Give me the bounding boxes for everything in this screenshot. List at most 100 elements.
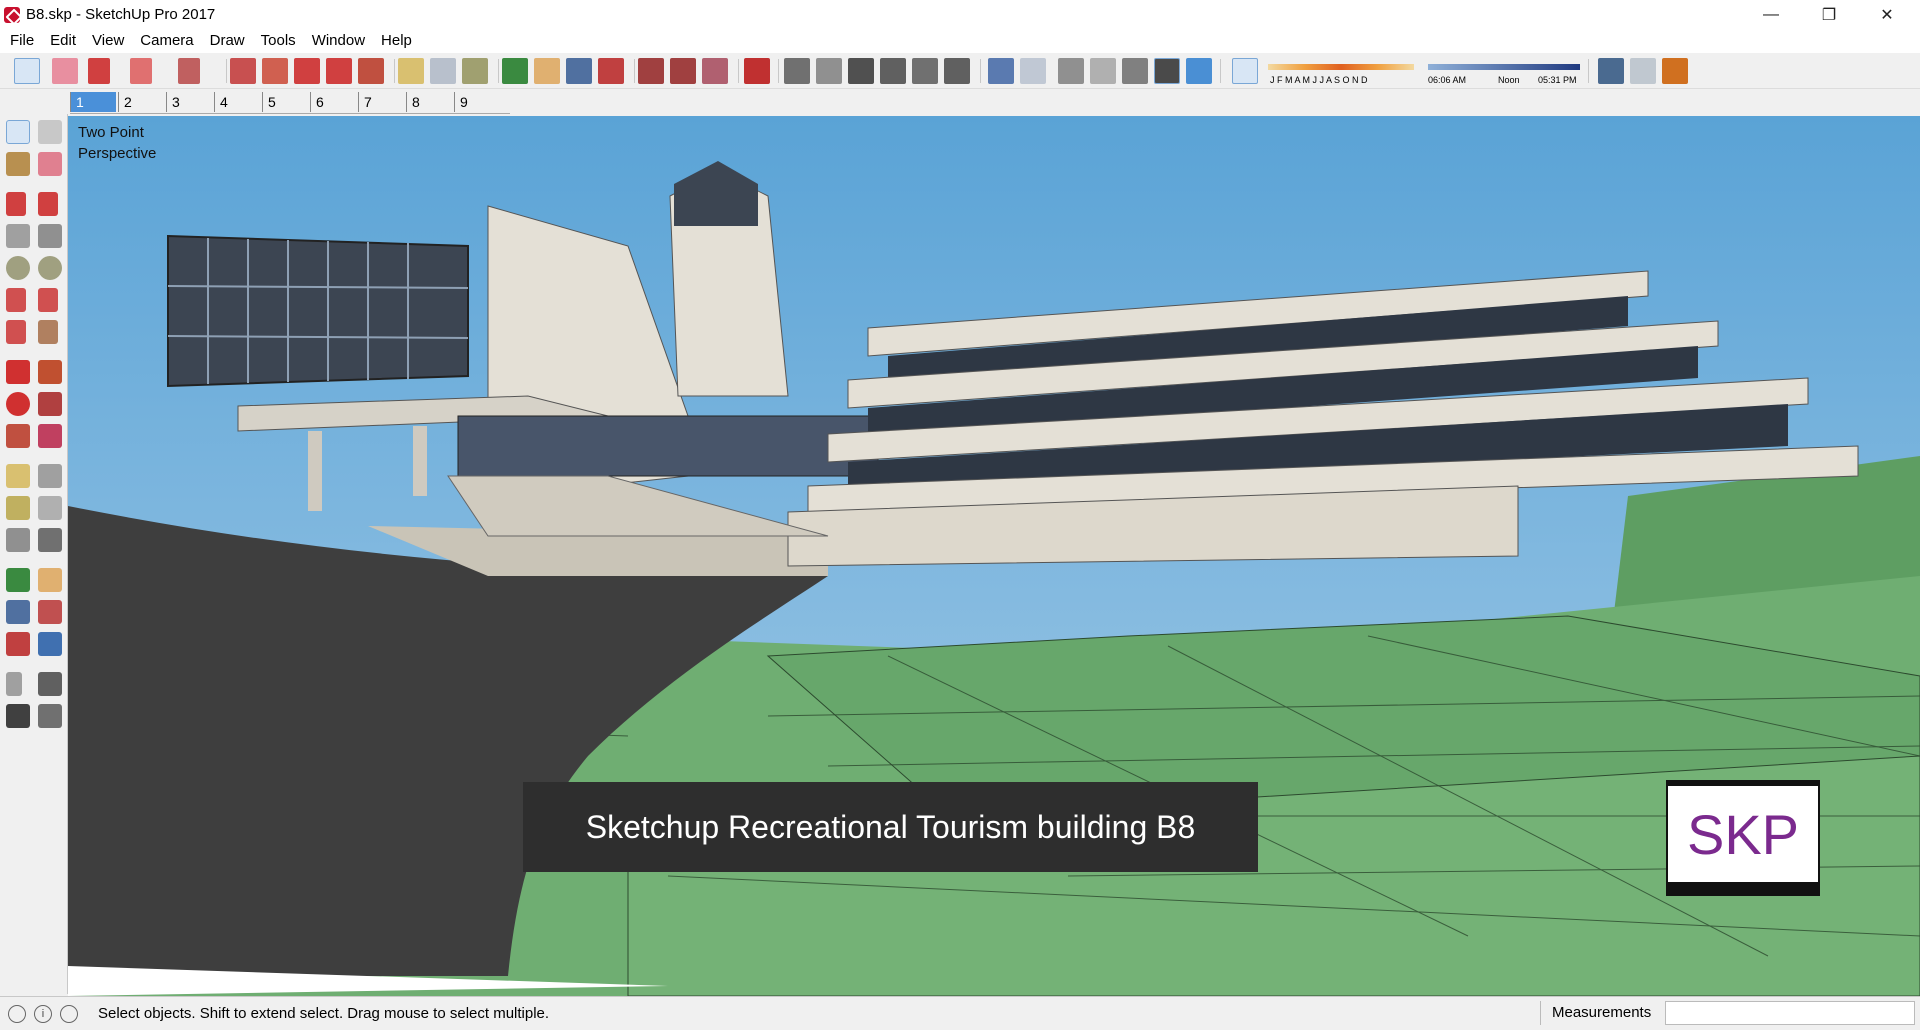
top-view-icon[interactable]	[816, 58, 842, 84]
measurements-input[interactable]	[1665, 1001, 1915, 1025]
menu-draw[interactable]: Draw	[202, 29, 253, 53]
scene-tab-7[interactable]: 7	[358, 92, 404, 112]
tape-measure-icon[interactable]	[6, 464, 30, 488]
maximize-button[interactable]: ❐	[1800, 0, 1858, 29]
menu-file[interactable]: File	[2, 29, 42, 53]
menu-tools[interactable]: Tools	[253, 29, 304, 53]
photo-texture-icon[interactable]	[1662, 58, 1688, 84]
warehouse-icon[interactable]	[638, 58, 664, 84]
previous-view-icon[interactable]	[38, 632, 62, 656]
orbit-icon[interactable]	[6, 568, 30, 592]
front-view-icon[interactable]	[848, 58, 874, 84]
shaded-icon[interactable]	[1122, 58, 1148, 84]
menu-window[interactable]: Window	[304, 29, 373, 53]
rotated-rectangle-icon[interactable]	[38, 224, 62, 248]
make-component-icon[interactable]	[38, 120, 62, 144]
protractor-icon[interactable]	[6, 496, 30, 520]
zoom-extents-icon[interactable]	[598, 58, 624, 84]
minimize-button[interactable]: —	[1742, 0, 1800, 29]
rectangle-tool-icon[interactable]	[178, 58, 200, 84]
zoom-icon[interactable]	[6, 600, 30, 624]
scene-tab-3[interactable]: 3	[166, 92, 212, 112]
rectangle-tool-icon[interactable]	[6, 224, 30, 248]
walk-tool-icon[interactable]	[6, 704, 30, 728]
zoom-extents-icon[interactable]	[6, 632, 30, 656]
arc-tool-icon[interactable]	[130, 58, 152, 84]
three-point-arc-icon[interactable]	[6, 320, 26, 344]
shadow-date-slider[interactable]: J F M A M J J A S O N D	[1268, 62, 1414, 85]
right-view-icon[interactable]	[880, 58, 906, 84]
menu-camera[interactable]: Camera	[132, 29, 201, 53]
scene-tab-1[interactable]: 1	[70, 92, 116, 112]
paint-bucket-icon[interactable]	[6, 152, 30, 176]
line-tool-icon[interactable]	[6, 192, 26, 216]
pan-icon[interactable]	[534, 58, 560, 84]
scale-tool-icon[interactable]	[6, 424, 30, 448]
scene-tab-4[interactable]: 4	[214, 92, 260, 112]
look-around-icon[interactable]	[38, 672, 62, 696]
move-tool-icon[interactable]	[6, 360, 30, 384]
polygon-tool-icon[interactable]	[38, 256, 62, 280]
toggle-terrain-icon[interactable]	[1630, 58, 1656, 84]
credits-icon[interactable]: i	[34, 1004, 52, 1023]
scene-tab-5[interactable]: 5	[262, 92, 308, 112]
move-tool-icon[interactable]	[294, 58, 320, 84]
pan-icon[interactable]	[38, 568, 62, 592]
menu-view[interactable]: View	[84, 29, 132, 53]
scene-tab-6[interactable]: 6	[310, 92, 356, 112]
text-tool-icon[interactable]	[430, 58, 456, 84]
pencil-tool-icon[interactable]	[88, 58, 110, 84]
hidden-line-icon[interactable]	[1090, 58, 1116, 84]
eraser-tool-icon[interactable]	[38, 152, 62, 176]
zoom-window-icon[interactable]	[38, 600, 62, 624]
3d-text-icon[interactable]	[38, 528, 62, 552]
eraser-tool-icon[interactable]	[52, 58, 78, 84]
section-plane-icon[interactable]	[38, 704, 62, 728]
scale-tool-icon[interactable]	[358, 58, 384, 84]
xray-style-icon[interactable]	[988, 58, 1014, 84]
offset-tool-icon[interactable]	[38, 424, 62, 448]
extension-warehouse-icon[interactable]	[702, 58, 728, 84]
shadow-time-slider[interactable]: 06:06 AM Noon 05:31 PM	[1428, 62, 1580, 85]
freehand-tool-icon[interactable]	[38, 192, 58, 216]
push-pull-icon[interactable]	[38, 360, 62, 384]
scene-tab-9[interactable]: 9	[454, 92, 500, 112]
scene-tab-2[interactable]: 2	[118, 92, 164, 112]
scene-tab-8[interactable]: 8	[406, 92, 452, 112]
iso-view-icon[interactable]	[784, 58, 810, 84]
text-tool-icon[interactable]	[38, 496, 62, 520]
rotate-tool-icon[interactable]	[6, 392, 30, 416]
select-tool-icon[interactable]	[6, 120, 30, 144]
circle-tool-icon[interactable]	[6, 256, 30, 280]
menu-help[interactable]: Help	[373, 29, 420, 53]
close-button[interactable]: ✕	[1858, 0, 1916, 29]
tape-measure-icon[interactable]	[398, 58, 424, 84]
left-view-icon[interactable]	[944, 58, 970, 84]
follow-me-icon[interactable]	[38, 392, 62, 416]
add-location-icon[interactable]	[1598, 58, 1624, 84]
monochrome-icon[interactable]	[1186, 58, 1212, 84]
follow-me-icon[interactable]	[262, 58, 288, 84]
two-point-arc-icon[interactable]	[38, 288, 58, 312]
orbit-icon[interactable]	[502, 58, 528, 84]
shaded-textures-icon[interactable]	[1154, 58, 1180, 84]
back-view-icon[interactable]	[912, 58, 938, 84]
sketchup-app-icon[interactable]	[4, 6, 20, 23]
user-account-icon[interactable]	[60, 1004, 78, 1023]
arc-tool-icon[interactable]	[6, 288, 26, 312]
wireframe-icon[interactable]	[1058, 58, 1084, 84]
select-tool-icon[interactable]	[14, 58, 40, 84]
share-model-icon[interactable]	[670, 58, 696, 84]
rotate-tool-icon[interactable]	[326, 58, 352, 84]
geo-location-icon[interactable]	[8, 1004, 26, 1023]
back-edges-icon[interactable]	[1020, 58, 1046, 84]
position-camera-icon[interactable]	[6, 672, 22, 696]
menu-edit[interactable]: Edit	[42, 29, 84, 53]
push-pull-icon[interactable]	[230, 58, 256, 84]
axes-tool-icon[interactable]	[6, 528, 30, 552]
paint-bucket-icon[interactable]	[462, 58, 488, 84]
shadows-toggle-icon[interactable]	[1232, 58, 1258, 84]
pie-tool-icon[interactable]	[38, 320, 58, 344]
ruby-console-icon[interactable]	[744, 58, 770, 84]
dimension-tool-icon[interactable]	[38, 464, 62, 488]
